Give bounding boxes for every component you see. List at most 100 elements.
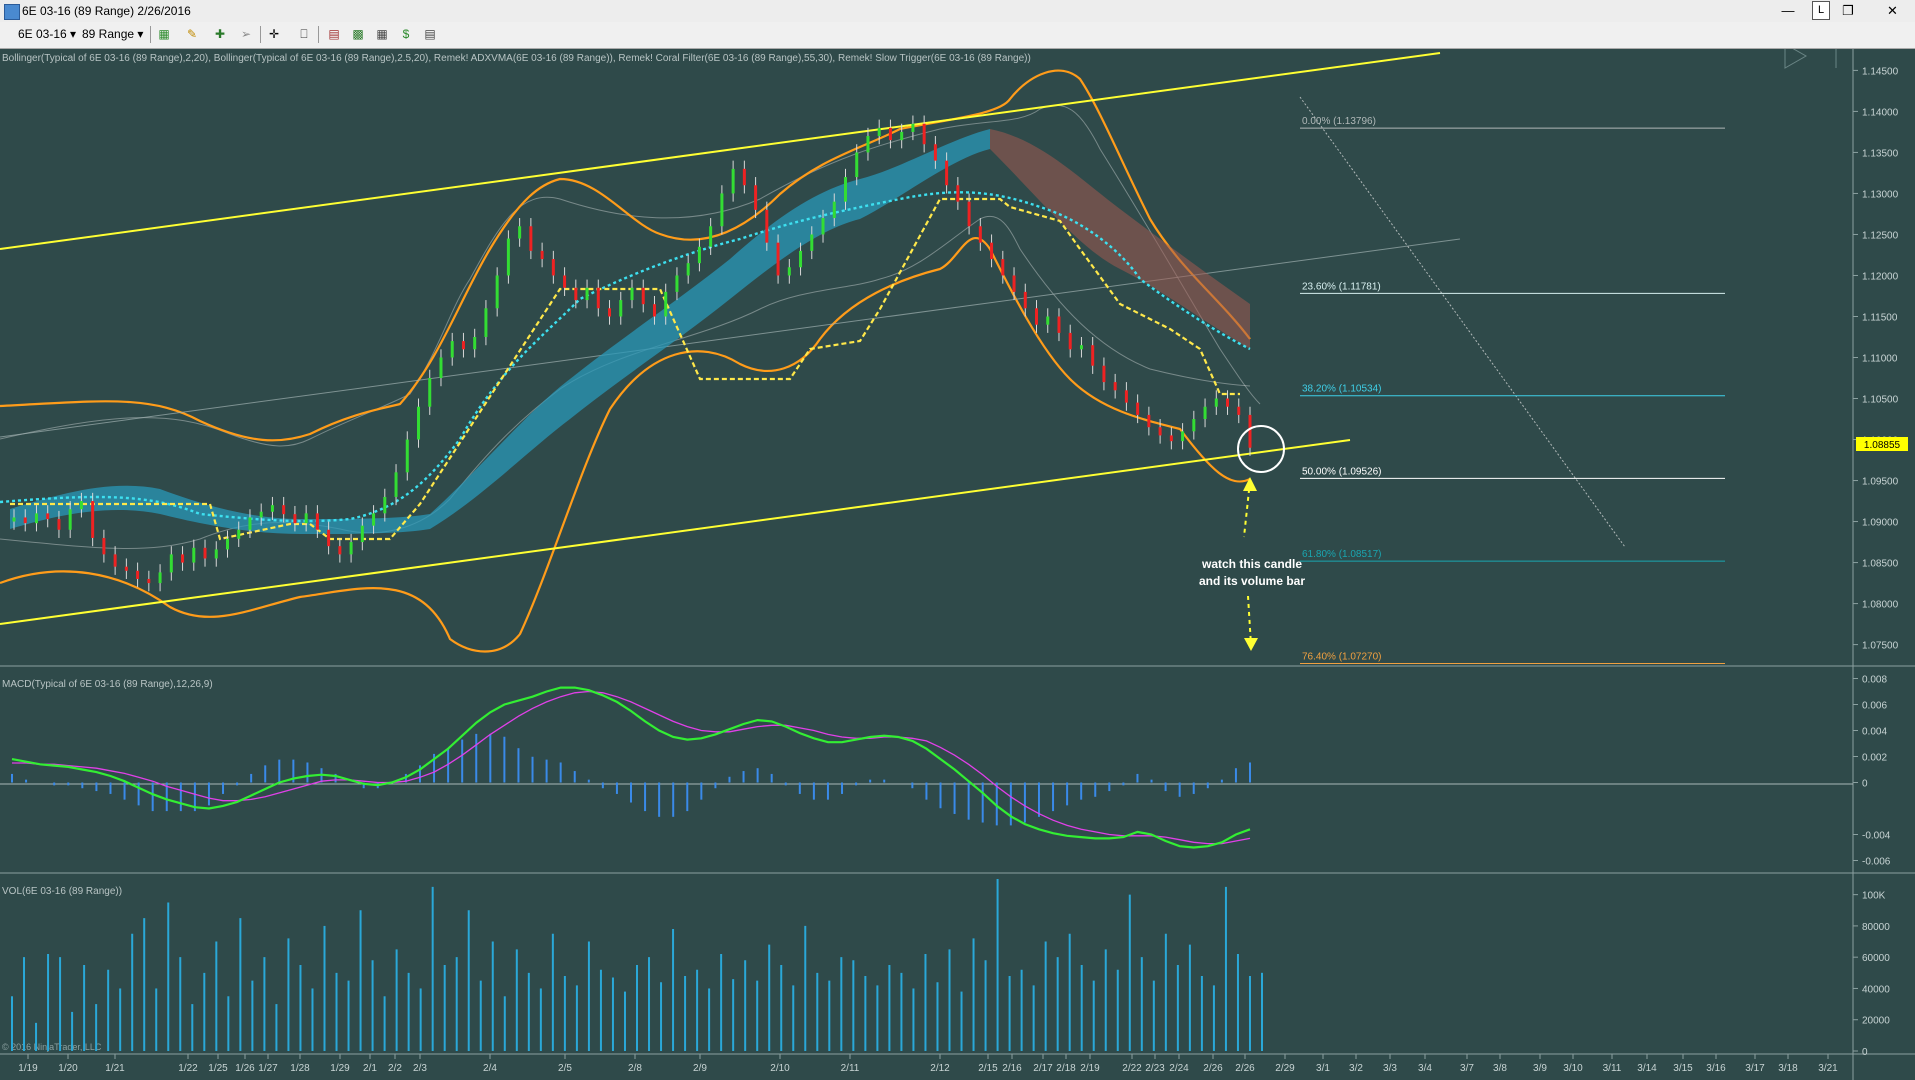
data-box-icon[interactable]: ▤ <box>422 26 438 42</box>
candle-body <box>147 578 151 584</box>
copyright-text: © 2016 NinjaTrader, LLC <box>2 1042 102 1052</box>
time-tick-label: 3/10 <box>1563 1063 1583 1074</box>
fib-level-label: 38.20% (1.10534) <box>1302 384 1382 395</box>
candle-body <box>1057 316 1061 333</box>
macd-tick-label: -0.004 <box>1862 831 1891 842</box>
candle-body <box>372 513 376 526</box>
candle-body <box>1079 345 1083 350</box>
candle-body <box>518 226 522 239</box>
candle-body <box>439 357 443 379</box>
candle-body <box>922 123 926 145</box>
strategies-icon[interactable]: ▩ <box>350 26 366 42</box>
fib-level-label: 61.80% (1.08517) <box>1302 549 1382 560</box>
candle-body <box>417 406 421 440</box>
candle-body <box>686 263 690 276</box>
candle-body <box>1124 390 1128 403</box>
time-tick-label: 2/17 <box>1033 1063 1053 1074</box>
indicators-icon[interactable]: ▤ <box>326 26 342 42</box>
candle-body <box>619 300 623 317</box>
time-tick-label: 2/26 <box>1203 1063 1223 1074</box>
candle-body <box>709 226 713 247</box>
annotation-text-line1: watch this candle <box>1201 557 1302 571</box>
candle-body <box>473 336 477 350</box>
macd-tick-label: -0.006 <box>1862 857 1891 868</box>
candle-body <box>945 160 949 186</box>
close-button[interactable]: ✕ <box>1870 0 1915 22</box>
erase-tool-icon[interactable]: ➢ <box>238 26 254 42</box>
candle-body <box>360 525 364 543</box>
chart-area[interactable]: Bollinger(Typical of 6E 03-16 (89 Range)… <box>0 49 1915 1080</box>
time-tick-label: 3/14 <box>1637 1063 1657 1074</box>
candle-body <box>596 287 600 309</box>
zoom-icon[interactable]: ⎕ <box>296 26 312 42</box>
link-lock-button[interactable]: L <box>1812 1 1830 20</box>
price-tick-label: 1.14000 <box>1862 107 1899 118</box>
price-tick-label: 1.09000 <box>1862 518 1899 529</box>
candle-body <box>1169 435 1173 442</box>
restore-button[interactable]: ❐ <box>1830 0 1866 22</box>
candle-body <box>34 513 38 524</box>
time-tick-label: 2/1 <box>363 1063 377 1074</box>
candle-body <box>248 517 252 530</box>
time-tick-label: 2/16 <box>1002 1063 1022 1074</box>
candle-body <box>664 291 668 317</box>
candle-body <box>304 513 308 524</box>
fib-level-label: 50.00% (1.09526) <box>1302 466 1382 477</box>
candle-body <box>1035 308 1039 325</box>
interval-selector[interactable]: 89 Range ▾ <box>82 26 143 43</box>
crosshair-icon[interactable]: ✛ <box>266 26 282 42</box>
time-tick-label: 3/15 <box>1673 1063 1693 1074</box>
chart-style-icon[interactable]: ▦ <box>156 26 172 42</box>
price-indicator-legend: Bollinger(Typical of 6E 03-16 (89 Range)… <box>2 53 1031 64</box>
candle-body <box>1091 345 1095 366</box>
fib-level-label: 0.00% (1.13796) <box>1302 116 1376 127</box>
properties-icon[interactable]: ▦ <box>374 26 390 42</box>
candle-body <box>821 218 825 235</box>
candle-body <box>136 570 140 579</box>
time-tick-label: 3/2 <box>1349 1063 1363 1074</box>
candle-body <box>1113 382 1117 391</box>
candle-body <box>495 275 499 309</box>
candle-body <box>754 185 758 210</box>
candle-body <box>967 201 971 227</box>
chart-toolbar: 6E 03-16 ▾ 89 Range ▾ ▦ ✎ ✚ ➢ ✛ ⎕ ▤ ▩ ▦ … <box>0 22 1915 49</box>
price-tick-label: 1.13500 <box>1862 148 1899 159</box>
candle-body <box>1226 398 1230 407</box>
dollar-icon[interactable]: $ <box>398 26 414 42</box>
candle-body <box>652 304 656 317</box>
window-titlebar: 6E 03-16 (89 Range) 2/26/2016 — L ❐ ✕ <box>0 0 1915 23</box>
window-title: 6E 03-16 (89 Range) 2/26/2016 <box>22 4 191 18</box>
candle-body <box>282 505 286 515</box>
macd-tick-label: 0.006 <box>1862 701 1887 712</box>
add-drawing-icon[interactable]: ✚ <box>212 26 228 42</box>
instrument-selector[interactable]: 6E 03-16 ▾ <box>18 26 76 43</box>
candle-body <box>383 496 387 514</box>
candle-body <box>338 546 342 555</box>
candle-body <box>91 501 95 538</box>
candle-body <box>900 131 904 141</box>
time-tick-label: 2/29 <box>1275 1063 1295 1074</box>
candle-body <box>23 517 27 524</box>
candle-body <box>158 572 162 584</box>
candle-body <box>1012 275 1016 292</box>
time-tick-label: 1/29 <box>330 1063 350 1074</box>
candle-body <box>237 529 241 539</box>
candle-body <box>978 226 982 243</box>
candle-body <box>843 177 847 202</box>
time-tick-label: 3/4 <box>1418 1063 1432 1074</box>
draw-pencil-icon[interactable]: ✎ <box>184 26 200 42</box>
candle-body <box>1046 316 1050 325</box>
candle-body <box>877 127 881 137</box>
candle-body <box>1203 406 1207 420</box>
candle-body <box>214 549 218 559</box>
time-tick-label: 2/24 <box>1169 1063 1189 1074</box>
candle-body <box>225 538 229 550</box>
interval-label: 89 Range <box>82 27 135 41</box>
price-tick-label: 1.09500 <box>1862 477 1899 488</box>
minimize-button[interactable]: — <box>1775 0 1801 22</box>
candle-body <box>461 341 465 350</box>
candle-body <box>540 250 544 260</box>
price-tick-label: 1.10500 <box>1862 395 1899 406</box>
candle-body <box>270 505 274 512</box>
macd-tick-label: 0.002 <box>1862 753 1887 764</box>
